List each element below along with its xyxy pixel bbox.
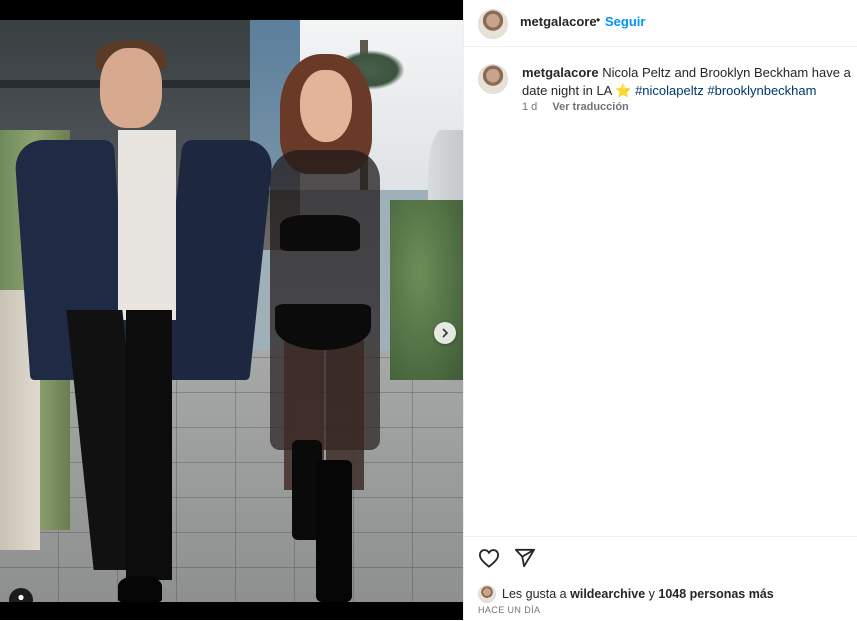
follow-button[interactable]: Seguir bbox=[605, 14, 645, 29]
post-actions: Les gusta a wildearchive y 1048 personas… bbox=[464, 536, 857, 621]
caption-meta: 1 d Ver traducción bbox=[522, 101, 641, 113]
likes-user[interactable]: wildearchive bbox=[570, 587, 645, 601]
post-timestamp: HACE UN DÍA bbox=[478, 605, 541, 615]
post-age: 1 d bbox=[522, 101, 538, 113]
likes-others[interactable]: 1048 personas más bbox=[658, 587, 773, 601]
likes-summary[interactable]: Les gusta a wildearchive y 1048 personas… bbox=[478, 585, 774, 603]
caption-username[interactable]: metgalacore bbox=[522, 65, 599, 80]
avatar bbox=[478, 585, 496, 603]
post-photo[interactable] bbox=[0, 20, 463, 602]
post-username[interactable]: metgalacore bbox=[520, 14, 597, 29]
likes-join: y bbox=[648, 587, 655, 601]
likes-prefix: Les gusta a bbox=[502, 587, 567, 601]
heart-icon[interactable] bbox=[478, 548, 500, 573]
avatar[interactable] bbox=[478, 9, 508, 39]
share-icon[interactable] bbox=[514, 548, 536, 573]
separator-dot: • bbox=[596, 13, 601, 27]
post-media-panel bbox=[0, 0, 463, 620]
star-icon: ⭐ bbox=[615, 83, 632, 98]
hashtag-link[interactable]: #nicolapeltz bbox=[635, 83, 704, 98]
post-header: metgalacore • Seguir bbox=[464, 0, 857, 47]
post-side-panel: metgalacore • Seguir metgalacore Nicola … bbox=[463, 0, 857, 620]
avatar[interactable] bbox=[478, 64, 508, 94]
hashtag-link[interactable]: #brooklynbeckham bbox=[707, 83, 816, 98]
chevron-right-icon[interactable] bbox=[434, 322, 456, 344]
translate-button[interactable]: Ver traducción bbox=[552, 101, 628, 113]
